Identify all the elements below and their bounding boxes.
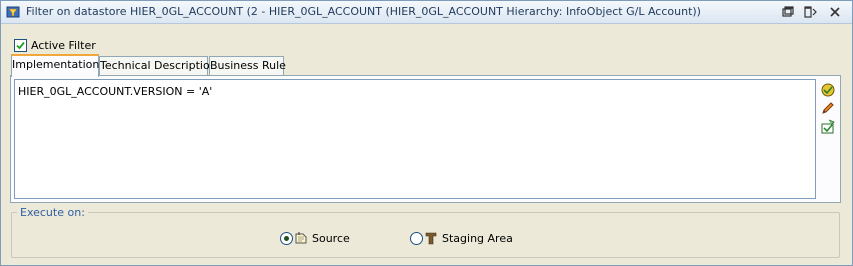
staging-area-radio-option[interactable]: Staging Area: [410, 231, 513, 247]
close-icon[interactable]: [827, 4, 843, 20]
tab-label: Implementation: [12, 58, 100, 71]
edit-pencil-icon[interactable]: [820, 100, 836, 116]
expression-editor-icon[interactable]: [820, 81, 836, 97]
implementation-panel: HIER_0GL_ACCOUNT.VERSION = 'A': [10, 75, 841, 203]
source-icon: [294, 231, 308, 245]
filter-window: Filter on datastore HIER_0GL_ACCOUNT (2 …: [0, 0, 853, 266]
tab-business-rule[interactable]: Business Rule: [209, 56, 286, 75]
window-title: Filter on datastore HIER_0GL_ACCOUNT (2 …: [26, 5, 701, 18]
staging-area-radio[interactable]: [410, 232, 423, 245]
staging-area-label: Staging Area: [442, 232, 513, 245]
pin-icon[interactable]: [802, 4, 818, 20]
tab-implementation[interactable]: Implementation: [11, 54, 99, 77]
active-filter-checkbox[interactable]: [14, 39, 27, 52]
expression-editor[interactable]: HIER_0GL_ACCOUNT.VERSION = 'A': [14, 79, 816, 199]
check-expression-icon[interactable]: [820, 119, 836, 135]
tab-technical-description[interactable]: Technical Description: [99, 56, 217, 75]
tab-label: Technical Description: [100, 59, 217, 72]
active-filter-label: Active Filter: [31, 39, 96, 52]
title-bar[interactable]: Filter on datastore HIER_0GL_ACCOUNT (2 …: [1, 1, 852, 24]
execute-on-legend: Execute on:: [17, 206, 88, 219]
source-label: Source: [312, 232, 350, 245]
expression-text[interactable]: HIER_0GL_ACCOUNT.VERSION = 'A': [18, 85, 212, 98]
filter-icon: [6, 5, 20, 19]
tab-label: Business Rule: [210, 59, 286, 72]
source-radio-option[interactable]: Source: [280, 231, 350, 247]
source-radio[interactable]: [280, 232, 293, 245]
restore-icon[interactable]: [780, 4, 796, 20]
staging-area-icon: [424, 231, 438, 245]
checkmark-icon: [16, 41, 25, 50]
